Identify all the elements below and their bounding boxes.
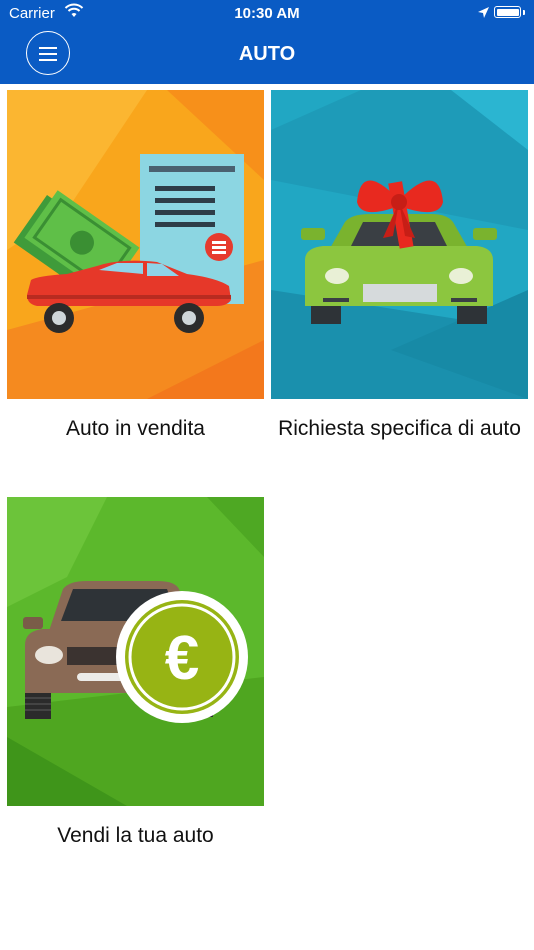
car-for-sale-illustration [7, 90, 264, 399]
app-header: Carrier 10:30 AM AUTO [0, 0, 534, 84]
tile-label: Auto in vendita [66, 417, 205, 440]
tile-label: Richiesta specifica di auto [278, 417, 521, 440]
tile-richiesta-specifica[interactable]: Richiesta specifica di auto [271, 90, 528, 445]
battery-icon [494, 6, 521, 18]
battery-tip [523, 10, 525, 15]
gift-car-illustration [271, 90, 528, 399]
tile-vendi-la-tua-auto[interactable]: € Vendi la tua auto [7, 497, 264, 852]
page-title: AUTO [238, 43, 296, 65]
euro-symbol: € [165, 624, 199, 693]
sell-car-euro-illustration: € [7, 497, 264, 806]
status-bar: Carrier 10:30 AM [0, 0, 534, 28]
tile-label: Vendi la tua auto [57, 824, 214, 847]
tile-auto-in-vendita[interactable]: Auto in vendita [7, 90, 264, 445]
status-time: 10:30 AM [234, 5, 300, 22]
location-arrow-icon [478, 7, 489, 18]
